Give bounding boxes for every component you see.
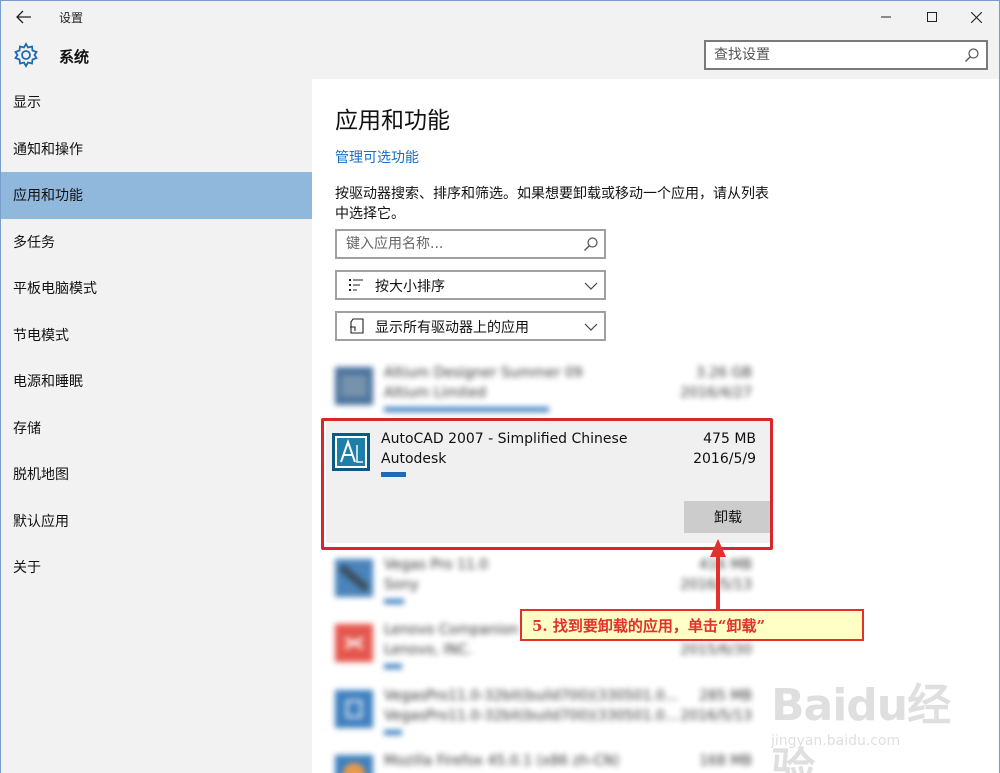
firefox-app-icon — [335, 755, 373, 773]
sidebar-item-label: 存储 — [13, 420, 41, 437]
list-item[interactable]: VegasPro11.0-32bit(build700)(330501.0...… — [332, 682, 762, 746]
app-size: 285 MB — [699, 688, 752, 704]
settings-search-input[interactable] — [714, 46, 954, 64]
gear-icon — [14, 42, 38, 68]
app-name: Mozilla Firefox 45.0.1 (x86 zh-CN) — [384, 753, 620, 769]
app-size: 168 MB — [699, 753, 752, 769]
sidebar-item-label: 应用和功能 — [13, 188, 83, 205]
app-size-bar — [384, 407, 549, 412]
sidebar-item-default-apps[interactable]: 默认应用 — [1, 498, 312, 545]
sidebar-item-label: 节电模式 — [13, 327, 69, 344]
vegaspro-app-icon — [335, 690, 373, 728]
close-icon — [970, 11, 982, 23]
app-date: 2016/5/13 — [680, 708, 752, 724]
app-search-input[interactable] — [346, 235, 571, 253]
sidebar-item-label: 通知和操作 — [13, 141, 83, 158]
sidebar-item-apps-features[interactable]: 应用和功能 — [1, 172, 312, 219]
drive-filter-icon — [350, 318, 364, 334]
chevron-down-icon — [584, 282, 598, 290]
app-size-bar — [384, 599, 404, 604]
minimize-button[interactable] — [863, 1, 909, 33]
list-item[interactable]: Mozilla Firefox 45.0.1 (x86 zh-CN) 168 M… — [332, 747, 762, 773]
app-publisher: Sony — [384, 577, 419, 593]
sidebar-item-label: 显示 — [13, 95, 41, 112]
back-button[interactable] — [9, 5, 39, 29]
lenovo-app-icon — [335, 624, 373, 662]
annotation-text: 5. 找到要卸载的应用，单击“卸载” — [532, 616, 766, 635]
vegas-app-icon — [335, 559, 373, 597]
app-publisher: Lenovo, INC. — [384, 642, 473, 658]
sidebar-item-label: 脱机地图 — [13, 467, 69, 484]
list-item[interactable]: Altium Designer Summer 09 Altium Limited… — [332, 359, 762, 423]
minimize-icon — [881, 16, 891, 18]
sidebar-item-label: 电源和睡眠 — [13, 374, 83, 391]
maximize-button[interactable] — [909, 1, 955, 33]
sidebar-item-display[interactable]: 显示 — [1, 79, 312, 126]
sidebar-item-about[interactable]: 关于 — [1, 544, 312, 591]
sidebar: 系统 显示 通知和操作 应用和功能 多任务 平板电脑模式 节电模式 电源和睡眠 … — [1, 33, 312, 773]
app-name: VegasPro11.0-32bit(build700)(330501.0... — [384, 688, 679, 704]
app-publisher: Altium Limited — [384, 385, 487, 401]
sidebar-title: 系统 — [59, 48, 90, 66]
chevron-down-icon — [584, 323, 598, 331]
sidebar-nav: 显示 通知和操作 应用和功能 多任务 平板电脑模式 节电模式 电源和睡眠 存储 … — [1, 79, 312, 591]
sidebar-header: 系统 — [1, 33, 312, 79]
sidebar-item-label: 多任务 — [13, 234, 55, 251]
drive-dropdown-label: 显示所有驱动器上的应用 — [375, 320, 529, 336]
annotation-callout: 5. 找到要卸载的应用，单击“卸载” — [520, 609, 864, 641]
title-bar: 设置 — [1, 1, 999, 33]
sidebar-item-storage[interactable]: 存储 — [1, 405, 312, 452]
page-title: 应用和功能 — [335, 108, 450, 134]
sort-dropdown[interactable]: 按大小排序 — [335, 270, 606, 300]
manage-optional-features-link[interactable]: 管理可选功能 — [335, 147, 419, 167]
sidebar-item-battery-saver[interactable]: 节电模式 — [1, 312, 312, 359]
altium-app-icon — [335, 367, 373, 405]
page-description: 按驱动器搜索、排序和筛选。如果想要卸载或移动一个应用，请从列表中选择它。 — [335, 186, 769, 222]
watermark-url: jingyan.baidu.com — [771, 733, 901, 749]
sort-dropdown-label: 按大小排序 — [375, 279, 445, 295]
list-item[interactable]: Vegas Pro 11.0 Sony 416 MB 2016/5/13 — [332, 551, 762, 615]
watermark-logo: Baidu经验 — [771, 680, 951, 773]
close-button[interactable] — [953, 1, 999, 33]
drive-dropdown[interactable]: 显示所有驱动器上的应用 — [335, 311, 606, 341]
settings-search[interactable] — [704, 40, 988, 70]
highlight-frame — [321, 418, 773, 550]
search-icon — [584, 237, 598, 251]
sidebar-item-label: 平板电脑模式 — [13, 281, 97, 298]
sidebar-item-offline-maps[interactable]: 脱机地图 — [1, 451, 312, 498]
app-name: Vegas Pro 11.0 — [384, 557, 489, 573]
annotation-arrow-icon — [710, 539, 726, 611]
baidu-watermark: Baidu经验 jingyan.baidu.com — [771, 661, 991, 773]
sidebar-item-power-sleep[interactable]: 电源和睡眠 — [1, 358, 312, 405]
app-size-bar — [384, 664, 402, 669]
app-date: 2015/6/30 — [680, 642, 752, 658]
sort-list-icon — [349, 279, 363, 291]
app-search-field[interactable] — [335, 229, 606, 259]
app-size-bar — [384, 730, 402, 735]
sidebar-item-label: 关于 — [13, 560, 41, 577]
app-date: 2016/4/27 — [680, 385, 752, 401]
sidebar-item-notifications[interactable]: 通知和操作 — [1, 126, 312, 173]
window-title: 设置 — [59, 11, 84, 25]
app-name: Lenovo Companion — [384, 622, 519, 638]
settings-window: 设置 系统 显示 通知和操作 应用和功能 多任务 平板电脑模式 节电模式 电源和… — [0, 0, 1000, 773]
search-icon[interactable] — [964, 47, 980, 63]
maximize-icon — [927, 12, 937, 22]
back-arrow-icon — [16, 10, 31, 24]
sidebar-item-multitasking[interactable]: 多任务 — [1, 219, 312, 266]
app-publisher: VegasPro11.0-32bit(build700)(330501.0... — [384, 708, 679, 724]
app-size: 3.26 GB — [695, 365, 752, 381]
sidebar-item-tablet-mode[interactable]: 平板电脑模式 — [1, 265, 312, 312]
sidebar-item-label: 默认应用 — [13, 513, 69, 530]
app-name: Altium Designer Summer 09 — [384, 365, 583, 381]
